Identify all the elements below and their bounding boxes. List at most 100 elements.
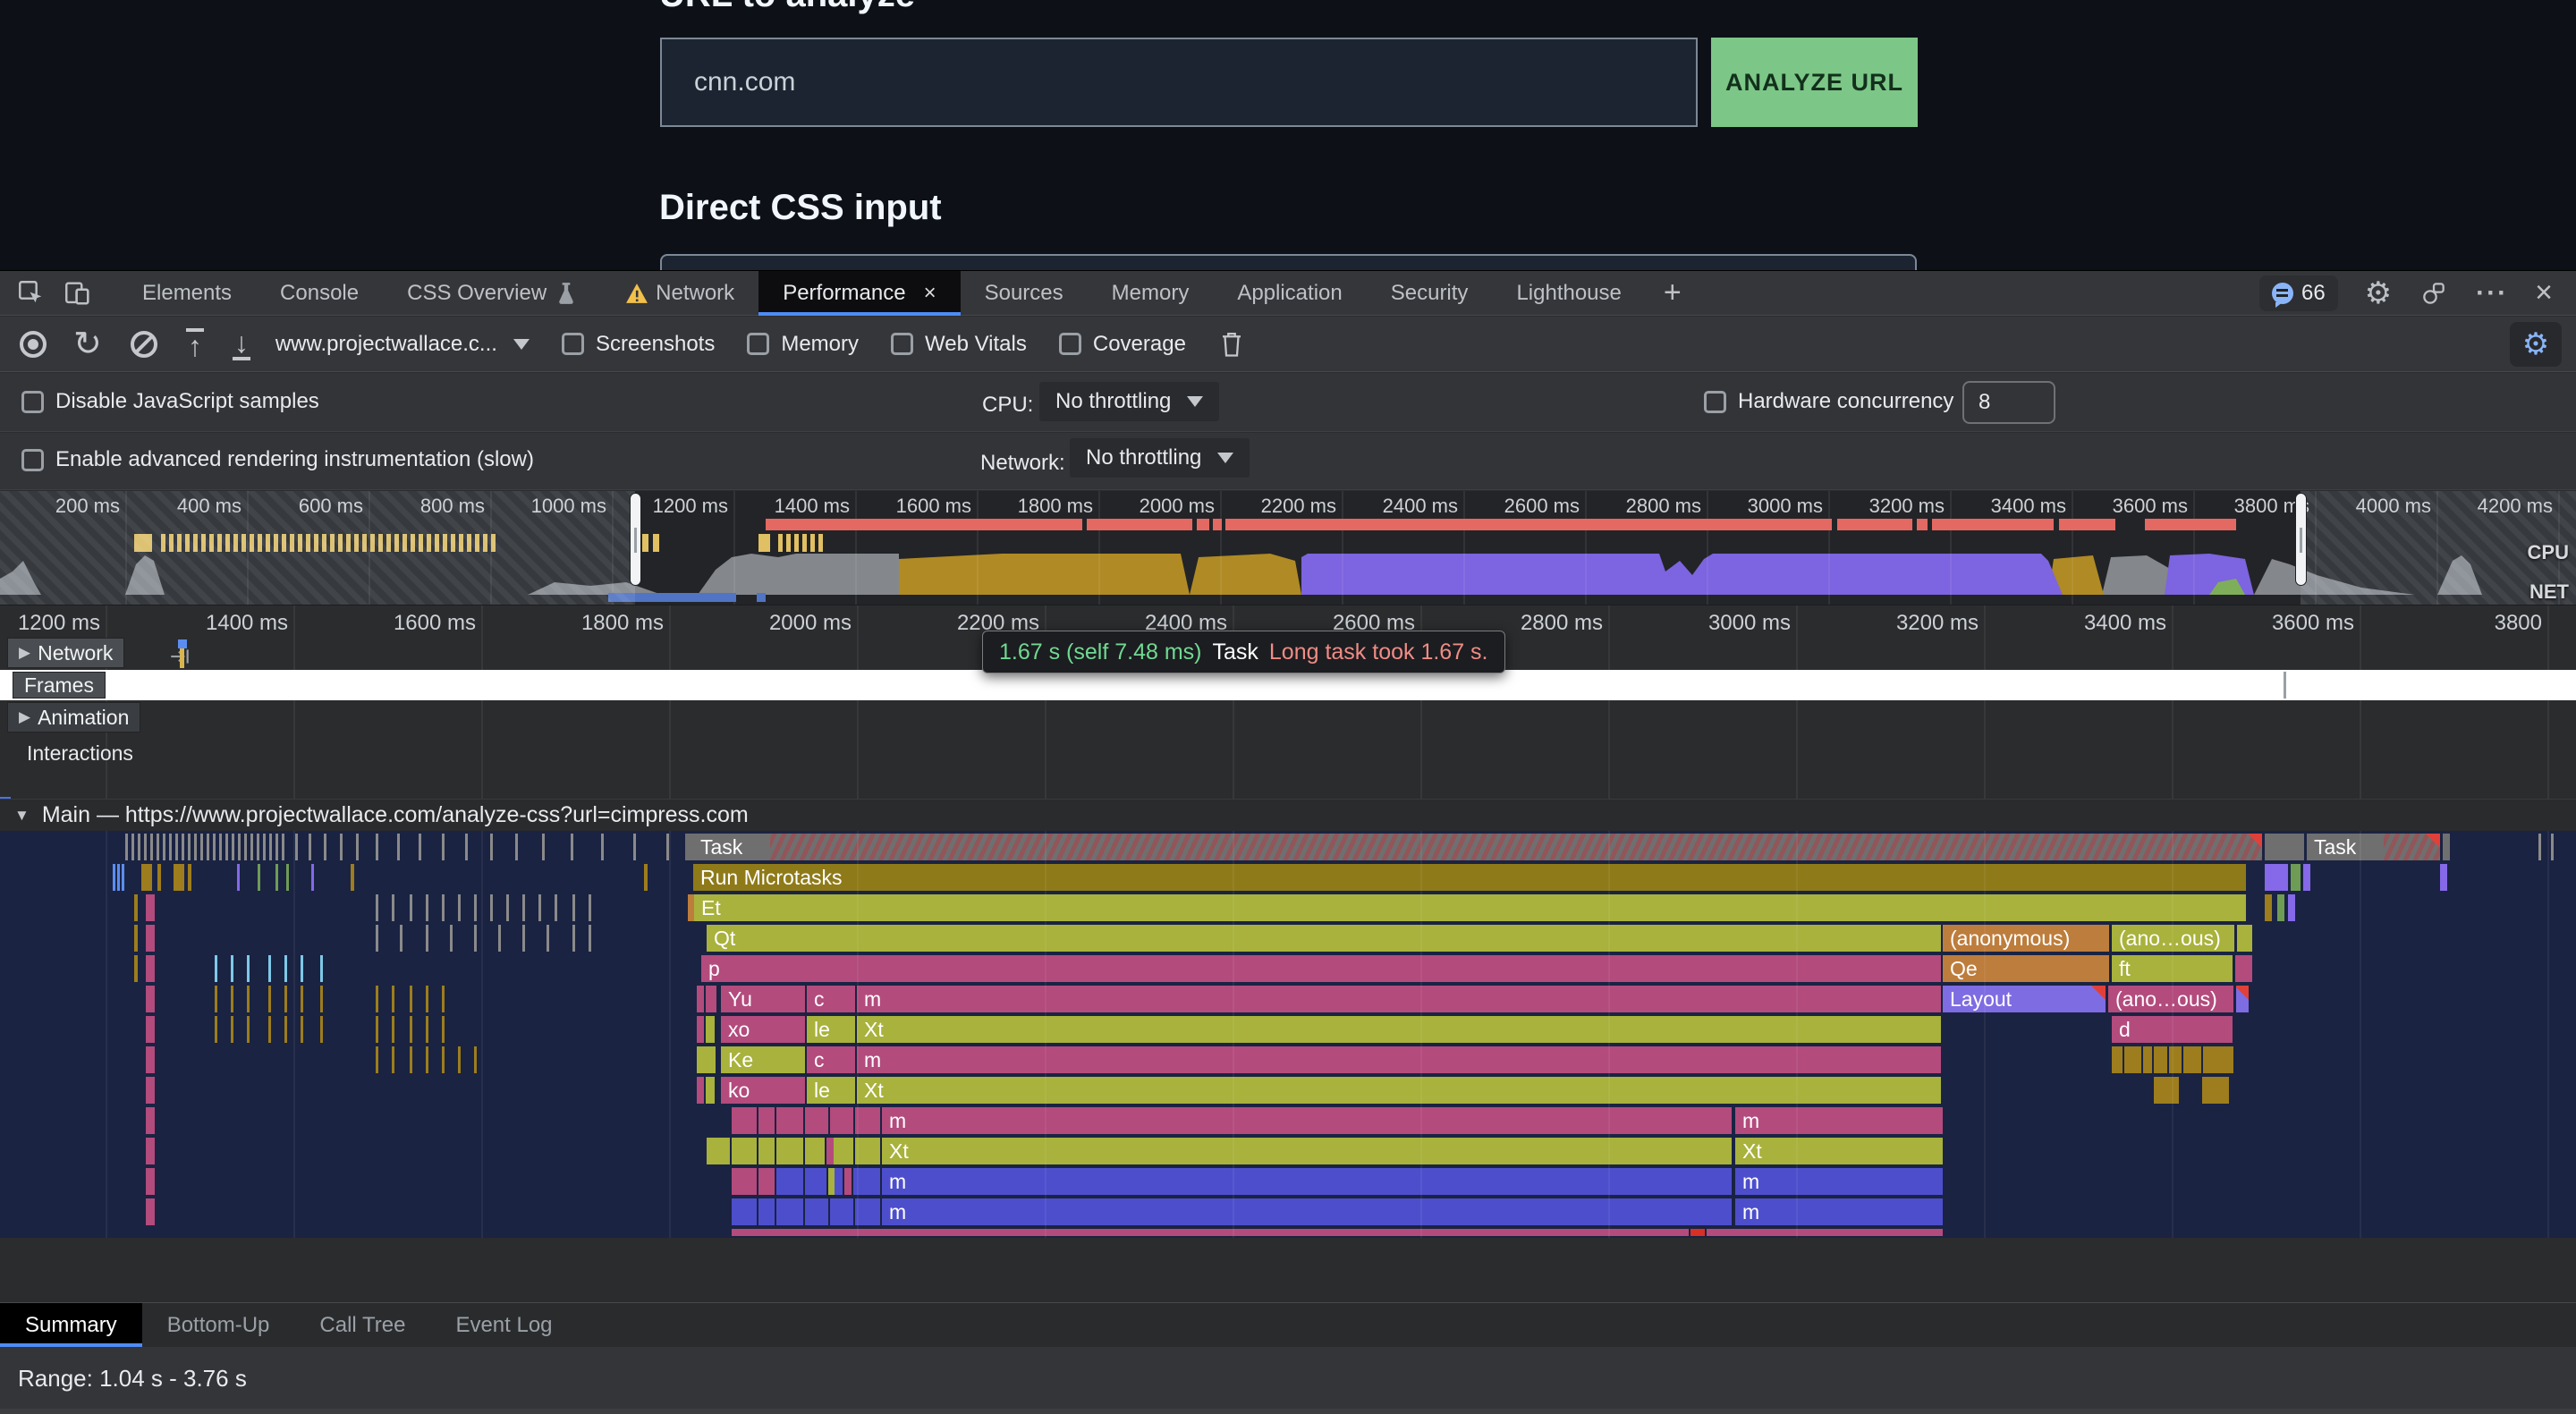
tab-performance[interactable]: Performance× [758, 271, 960, 316]
flame-segment[interactable] [2303, 864, 2310, 891]
bottom-tab-bottom-up[interactable]: Bottom-Up [142, 1303, 295, 1347]
more-options-icon[interactable]: ··· [2476, 278, 2508, 309]
flame-segment-p[interactable]: p [701, 955, 1941, 982]
advanced-rendering-checkbox[interactable]: Enable advanced rendering instrumentatio… [21, 447, 534, 472]
tab-elements[interactable]: Elements [118, 271, 256, 316]
tab-css-overview[interactable]: CSS Overview [383, 271, 601, 316]
flame-segment-task[interactable]: Task [693, 834, 2262, 860]
flame-segment-task[interactable]: Task [2307, 834, 2440, 860]
flame-segment[interactable] [697, 1077, 704, 1104]
flame-segment[interactable] [855, 1198, 880, 1225]
flame-segment[interactable] [2265, 834, 2304, 860]
settings-gear-icon[interactable]: ⚙ [2365, 278, 2392, 309]
flame-segment-m[interactable]: m [1735, 1168, 1943, 1195]
flame-segment[interactable] [2277, 894, 2284, 921]
flame-segment[interactable] [834, 1138, 853, 1164]
history-selector[interactable]: www.projectwallace.c... [275, 332, 530, 357]
flame-segment[interactable] [732, 1107, 757, 1134]
flame-segment[interactable] [758, 1107, 775, 1134]
track-network[interactable]: ▶ Network [7, 638, 124, 668]
flame-segment[interactable] [732, 1138, 757, 1164]
flame-segment[interactable] [1707, 1229, 1943, 1236]
cpu-throttling-select[interactable]: No throttling [1039, 382, 1219, 421]
flame-segment[interactable] [1690, 1229, 1705, 1236]
tab-lighthouse[interactable]: Lighthouse [1492, 271, 1645, 316]
flame-segment-ke[interactable]: Ke [721, 1046, 805, 1073]
flame-segment[interactable] [732, 1168, 757, 1195]
disable-js-samples-checkbox[interactable]: Disable JavaScript samples [21, 389, 319, 414]
tab-security[interactable]: Security [1367, 271, 1493, 316]
flame-segment[interactable] [805, 1138, 825, 1164]
flame-segment[interactable] [2183, 1046, 2201, 1073]
analyze-url-button[interactable]: ANALYZE URL [1711, 38, 1918, 127]
flame-segment-yu[interactable]: Yu [721, 986, 805, 1012]
flame-segment[interactable] [2236, 986, 2249, 1012]
checkbox-screenshots[interactable]: Screenshots [562, 332, 715, 357]
issues-icon[interactable] [2419, 278, 2449, 309]
feedback-badge[interactable]: 66 [2259, 275, 2338, 311]
flame-segment[interactable] [2154, 1046, 2167, 1073]
flame-segment[interactable] [2203, 1046, 2233, 1073]
flame-segment[interactable] [2235, 955, 2252, 982]
flame-segment-m[interactable]: m [882, 1198, 1732, 1225]
flame-segment-ko[interactable]: ko [721, 1077, 805, 1104]
flame-segment-xo[interactable]: xo [721, 1016, 805, 1043]
tab-console[interactable]: Console [256, 271, 383, 316]
capture-settings-chip[interactable]: ⚙ [2510, 322, 2562, 367]
flame-segment[interactable] [855, 1107, 880, 1134]
flame-segment[interactable] [805, 1107, 828, 1134]
flame-segment[interactable] [706, 1077, 715, 1104]
flame-segment[interactable] [2143, 1046, 2152, 1073]
load-profile-icon[interactable]: ↑ [186, 328, 204, 360]
hardware-concurrency-input[interactable] [1962, 381, 2055, 424]
clear-button[interactable] [131, 331, 157, 358]
flame-segment[interactable] [2443, 834, 2450, 860]
track-frames-row[interactable] [0, 670, 2576, 700]
flame-segment[interactable] [2440, 864, 2447, 891]
record-button[interactable] [20, 331, 47, 358]
flame-segment[interactable] [776, 1198, 803, 1225]
main-thread-header[interactable]: ▼ Main — https://www.projectwallace.com/… [0, 799, 2576, 831]
network-request-marker[interactable] [178, 639, 187, 648]
flame-segment-qe[interactable]: Qe [1943, 955, 2109, 982]
flame-segment[interactable] [855, 1138, 880, 1164]
flame-segment[interactable] [2288, 894, 2295, 921]
checkbox-memory[interactable]: Memory [747, 332, 859, 357]
device-toolbar-icon[interactable] [63, 278, 93, 309]
selection-handle-left[interactable] [630, 493, 641, 586]
flame-segment[interactable] [2202, 1077, 2229, 1104]
track-interactions[interactable]: Interactions [27, 741, 133, 766]
flame-segment[interactable] [2112, 1046, 2123, 1073]
flame-segment[interactable] [706, 1016, 715, 1043]
network-throttling-select[interactable]: No throttling [1070, 438, 1250, 478]
tab-application[interactable]: Application [1213, 271, 1366, 316]
flame-segment-run-microtasks[interactable]: Run Microtasks [693, 864, 2246, 891]
close-devtools-icon[interactable]: × [2535, 275, 2553, 310]
flame-segment[interactable] [758, 1168, 775, 1195]
flame-segment[interactable] [805, 1198, 828, 1225]
flame-segment-c[interactable]: c [807, 1046, 855, 1073]
flame-segment--ano-ous-[interactable]: (ano…ous) [2108, 986, 2233, 1012]
flame-segment[interactable] [2237, 925, 2252, 952]
flame-segment-m[interactable]: m [857, 986, 1941, 1012]
flame-segment[interactable] [758, 1198, 775, 1225]
bottom-tab-summary[interactable]: Summary [0, 1303, 142, 1347]
tab-network[interactable]: Network [601, 271, 758, 316]
track-animation[interactable]: ▶ Animation [7, 702, 140, 732]
add-tab-button[interactable]: + [1646, 271, 1699, 316]
flame-segment[interactable] [844, 1168, 852, 1195]
bottom-tab-call-tree[interactable]: Call Tree [294, 1303, 430, 1347]
flame-segment-m[interactable]: m [1735, 1107, 1943, 1134]
flame-segment-xt[interactable]: Xt [857, 1016, 1941, 1043]
flame-segment-xt[interactable]: Xt [882, 1138, 1732, 1164]
flame-segment[interactable] [707, 1138, 730, 1164]
flame-segment[interactable] [805, 1168, 826, 1195]
flame-segment-c[interactable]: c [807, 986, 855, 1012]
flame-segment-le[interactable]: le [807, 1016, 855, 1043]
flame-segment-m[interactable]: m [857, 1046, 1941, 1073]
flame-segment[interactable] [776, 1168, 803, 1195]
flame-segment-xt[interactable]: Xt [857, 1077, 1941, 1104]
flame-segment-qt[interactable]: Qt [707, 925, 1941, 952]
flame-segment[interactable] [830, 1107, 853, 1134]
timeline-overview[interactable]: 200 ms400 ms600 ms800 ms1000 ms1200 ms14… [0, 491, 2576, 605]
